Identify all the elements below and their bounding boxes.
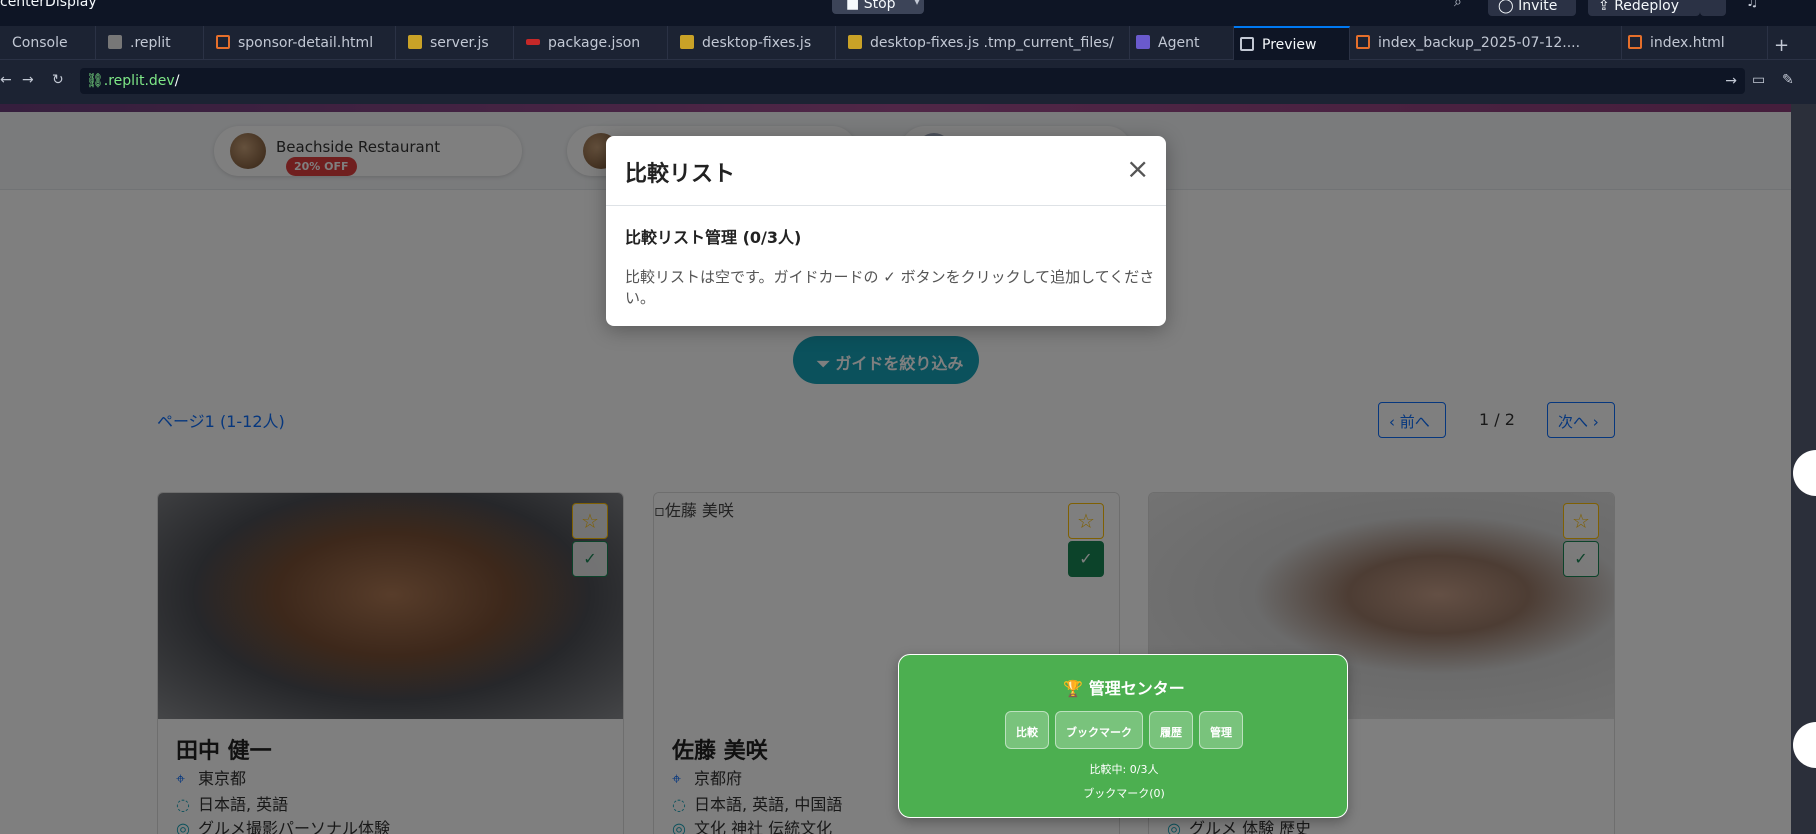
url-field[interactable]: ⛓.replit.dev/→ xyxy=(80,68,1745,94)
management-center-panel: 🏆 管理センター 比較 ブックマーク 履歴 管理 比較中: 0/3人 ブックマーク(0… xyxy=(898,654,1348,818)
npm-file-icon xyxy=(526,39,540,45)
search-icon[interactable]: ⌕ xyxy=(1454,0,1462,10)
tab-bar: Console .replit sponsor-detail.html serv… xyxy=(0,26,1816,60)
html-file-icon xyxy=(1356,35,1370,49)
modal-header: 比較リスト × xyxy=(606,136,1166,206)
modal-subtitle: 比較リスト管理 (0/3人) xyxy=(625,228,802,247)
back-icon[interactable]: ← xyxy=(0,72,12,88)
file-icon xyxy=(108,35,122,49)
admin-button[interactable]: 管理 xyxy=(1199,711,1243,749)
address-bar: ← → ↻ ⛓.replit.dev/→ ▭ ✎ xyxy=(0,60,1816,104)
bookmark-count: ブックマーク(0) xyxy=(1083,787,1165,800)
tab-desktop-fixes-js[interactable]: desktop-fixes.js xyxy=(668,26,836,60)
deploy-icon: ⇪ xyxy=(1598,0,1615,14)
tab-package-json[interactable]: package.json xyxy=(514,26,668,60)
agent-icon xyxy=(1136,35,1150,49)
app-title: centerDisplay xyxy=(0,0,97,10)
invite-button[interactable]: ◯ Invite xyxy=(1488,0,1576,16)
device-icon[interactable]: ▭ xyxy=(1752,72,1765,88)
tab-agent[interactable]: Agent xyxy=(1130,26,1234,60)
link-icon: ⛓ xyxy=(86,73,104,89)
history-button[interactable]: 履歴 xyxy=(1149,711,1193,749)
modal-empty-message: 比較リストは空です。ガイドカードの ✓ ボタンをクリックして追加してください。 xyxy=(625,268,1155,307)
js-file-icon xyxy=(408,35,422,49)
compare-button[interactable]: 比較 xyxy=(1005,711,1049,749)
tab-index-html[interactable]: index.html xyxy=(1622,26,1768,60)
management-center-title: 🏆 管理センター xyxy=(1063,679,1185,698)
stop-button[interactable]: ■ Stop xyxy=(832,0,924,14)
chevron-down-icon[interactable]: ▾ xyxy=(914,0,920,8)
redeploy-button[interactable]: ⇪ Redeploy xyxy=(1588,0,1700,16)
modal-title: 比較リスト xyxy=(625,162,736,187)
go-icon[interactable]: → xyxy=(1725,73,1737,89)
js-file-icon xyxy=(680,35,694,49)
forward-icon[interactable]: → xyxy=(22,72,34,88)
ide-top-bar: centerDisplay ■ Stop ▾ ⌕ ◯ Invite ⇪ Rede… xyxy=(0,0,1816,26)
html-file-icon xyxy=(1628,35,1642,49)
monitor-icon xyxy=(1240,37,1254,51)
bookmark-button[interactable]: ブックマーク xyxy=(1055,711,1143,749)
reload-icon[interactable]: ↻ xyxy=(52,72,64,88)
tab-console[interactable]: Console xyxy=(0,26,96,60)
stop-icon: ■ xyxy=(846,0,864,12)
comparing-count: 比較中: 0/3人 xyxy=(1089,763,1159,776)
management-buttons: 比較 ブックマーク 履歴 管理 xyxy=(899,711,1349,749)
tab-server-js[interactable]: server.js xyxy=(396,26,514,60)
close-icon[interactable]: × xyxy=(1126,152,1149,185)
tab-desktop-fixes-tmp[interactable]: desktop-fixes.js .tmp_current_files/ xyxy=(836,26,1130,60)
wrench-icon[interactable]: ✎ xyxy=(1782,72,1794,88)
js-file-icon xyxy=(848,35,862,49)
bell-icon[interactable]: ♫ xyxy=(1746,0,1759,10)
external-link-button[interactable] xyxy=(1700,0,1726,16)
new-tab-button[interactable]: + xyxy=(1768,26,1808,60)
html-file-icon xyxy=(216,35,230,49)
comparison-modal: 比較リスト × 比較リスト管理 (0/3人) 比較リストは空です。ガイドカードの… xyxy=(606,136,1166,326)
tab-preview[interactable]: Preview xyxy=(1234,26,1350,60)
tab-sponsor-detail[interactable]: sponsor-detail.html xyxy=(204,26,396,60)
user-icon: ◯ xyxy=(1498,0,1519,14)
tab-replit[interactable]: .replit xyxy=(96,26,204,60)
tab-index-backup[interactable]: index_backup_2025-07-12.... xyxy=(1350,26,1622,60)
